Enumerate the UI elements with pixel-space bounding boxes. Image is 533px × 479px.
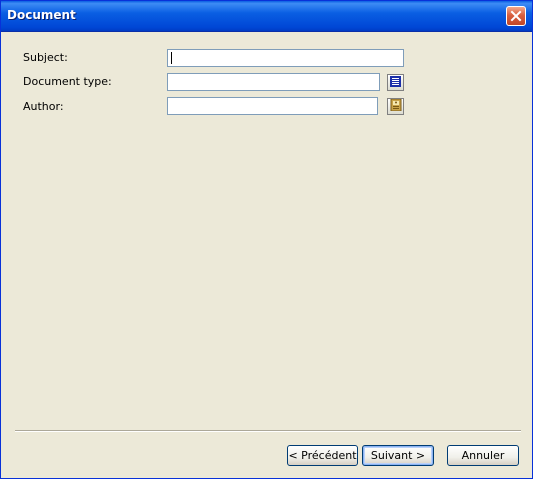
previous-button[interactable]: < Précédent — [287, 445, 358, 466]
author-label: Author: — [23, 100, 64, 113]
close-button[interactable] — [506, 6, 526, 26]
list-icon — [390, 75, 401, 90]
next-button[interactable]: Suivant > — [362, 445, 434, 466]
text-caret — [171, 52, 172, 64]
document-dialog: Document Subject: Document type: Author:… — [0, 0, 533, 479]
author-input[interactable] — [167, 97, 378, 115]
author-picker-button[interactable] — [387, 98, 404, 115]
document-type-label: Document type: — [23, 75, 112, 88]
cancel-button[interactable]: Annuler — [447, 445, 519, 466]
close-icon — [510, 10, 522, 22]
footer-separator — [15, 430, 521, 432]
window-title: Document — [7, 8, 76, 22]
document-type-picker-button[interactable] — [387, 74, 404, 91]
address-book-icon — [390, 98, 402, 114]
subject-label: Subject: — [23, 51, 68, 64]
title-bar[interactable]: Document — [1, 1, 532, 32]
document-type-input[interactable] — [167, 73, 380, 91]
subject-input[interactable] — [167, 49, 404, 67]
